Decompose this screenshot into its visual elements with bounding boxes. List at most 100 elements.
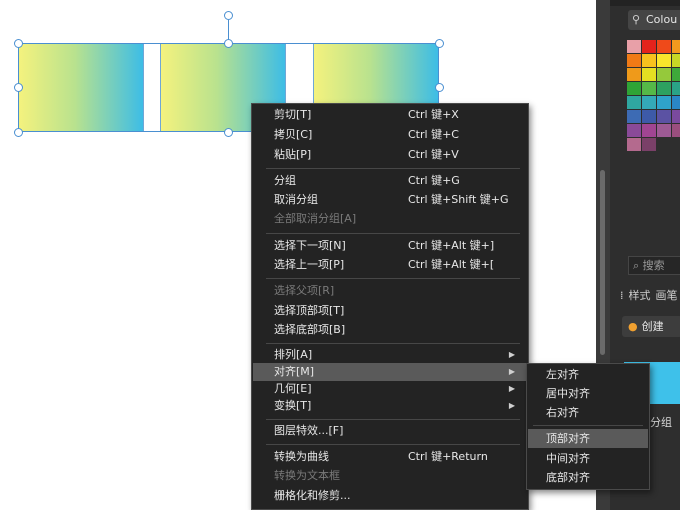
menu-item-geometry[interactable]: 几何[E] ▶: [253, 380, 527, 398]
menu-item-ungroup-all: 全部取消分组[A]: [253, 210, 527, 228]
tab-styles[interactable]: 样式: [629, 289, 651, 302]
menu-item-layer-effects[interactable]: 图层特效...[F]: [253, 422, 527, 440]
menu-item-label: 图层特效...[F]: [274, 424, 344, 437]
submenu-item-align-center[interactable]: 居中对齐: [528, 384, 648, 403]
resize-handle-top-right[interactable]: [435, 39, 444, 48]
colour-swatch[interactable]: [627, 68, 641, 81]
colour-swatch[interactable]: [672, 40, 680, 53]
submenu-arrow-icon: ▶: [508, 401, 515, 410]
submenu-item-align-right[interactable]: 右对齐: [528, 403, 648, 422]
search-placeholder: 搜索: [642, 259, 665, 272]
colour-swatch[interactable]: [642, 40, 656, 53]
menu-item-label: 转换为曲线: [274, 450, 329, 463]
menu-item-rasterise-trim[interactable]: 栅格化和修剪...: [253, 487, 527, 505]
menu-item-label: 选择下一项[N]: [274, 239, 346, 252]
search-input[interactable]: ⌕ 搜索: [628, 256, 680, 275]
colour-swatch[interactable]: [627, 124, 641, 137]
magnifier-icon: ⌕: [633, 259, 640, 272]
menu-item-shortcut: Ctrl 键+Return: [408, 450, 488, 463]
colour-swatch[interactable]: [642, 82, 656, 95]
colour-swatch[interactable]: [672, 68, 680, 81]
colour-swatch[interactable]: [627, 82, 641, 95]
colour-swatch[interactable]: [657, 68, 671, 81]
eyedropper-icon: ⚲: [632, 13, 641, 26]
menu-item-ungroup[interactable]: 取消分组 Ctrl 键+Shift 键+G: [253, 191, 527, 209]
menu-item-select-parent: 选择父项[R]: [253, 282, 527, 300]
menu-item-label: 剪切[T]: [274, 108, 312, 121]
menu-item-shortcut: Ctrl 键+Alt 键+]: [408, 239, 495, 252]
menu-item-transform[interactable]: 变换[T] ▶: [253, 397, 527, 415]
colour-swatch[interactable]: [657, 40, 671, 53]
menu-item-label: 选择上一项[P]: [274, 258, 345, 271]
colour-swatch[interactable]: [657, 82, 671, 95]
menu-item-label: 分组: [274, 174, 296, 187]
tabs-grip-icon: ⁞: [620, 289, 624, 302]
orange-circle-icon: ●: [628, 320, 638, 333]
colour-swatch[interactable]: [657, 110, 671, 123]
menu-item-label: 几何[E]: [274, 382, 312, 395]
menu-item-align[interactable]: 对齐[M] ▶: [253, 363, 527, 381]
layer-label: 分组: [650, 416, 672, 429]
submenu-arrow-icon: ▶: [508, 384, 515, 393]
menu-item-label: 变换[T]: [274, 399, 312, 412]
menu-item-shortcut: Ctrl 键+Alt 键+[: [408, 258, 495, 271]
menu-item-select-next[interactable]: 选择下一项[N] Ctrl 键+Alt 键+]: [253, 237, 527, 255]
menu-item-label: 栅格化和修剪...: [274, 489, 351, 502]
colour-swatch[interactable]: [627, 40, 641, 53]
colour-swatch[interactable]: [642, 68, 656, 81]
menu-separator: [266, 444, 520, 445]
menu-item-cut[interactable]: 剪切[T] Ctrl 键+X: [253, 106, 527, 124]
submenu-item-label: 中间对齐: [546, 452, 590, 465]
colour-swatch[interactable]: [642, 124, 656, 137]
colour-swatch[interactable]: [627, 96, 641, 109]
menu-item-select-previous[interactable]: 选择上一项[P] Ctrl 键+Alt 键+[: [253, 256, 527, 274]
menu-item-copy[interactable]: 拷贝[C] Ctrl 键+C: [253, 126, 527, 144]
menu-item-paste[interactable]: 粘贴[P] Ctrl 键+V: [253, 146, 527, 164]
colour-swatch[interactable]: [642, 96, 656, 109]
tab-brushes[interactable]: 画笔: [656, 289, 678, 302]
colour-swatch[interactable]: [627, 110, 641, 123]
menu-item-arrange[interactable]: 排列[A] ▶: [253, 346, 527, 364]
submenu-item-align-top[interactable]: 顶部对齐: [528, 429, 648, 448]
colour-swatch[interactable]: [627, 138, 641, 151]
colour-swatch[interactable]: [672, 54, 680, 67]
colour-tab[interactable]: ⚲ Colou: [628, 10, 680, 30]
resize-handle-top-left[interactable]: [14, 39, 23, 48]
menu-item-label: 选择顶部项[T]: [274, 304, 345, 317]
colour-swatch[interactable]: [627, 54, 641, 67]
menu-separator: [266, 233, 520, 234]
colour-swatch[interactable]: [642, 110, 656, 123]
submenu-item-align-bottom[interactable]: 底部对齐: [528, 468, 648, 487]
menu-item-convert-to-curves[interactable]: 转换为曲线 Ctrl 键+Return: [253, 448, 527, 466]
colour-swatch[interactable]: [642, 138, 656, 151]
colour-swatch[interactable]: [642, 54, 656, 67]
rotation-handle[interactable]: [224, 11, 233, 20]
colour-swatch[interactable]: [657, 96, 671, 109]
create-button-label: 创建: [641, 320, 664, 333]
menu-item-group[interactable]: 分组 Ctrl 键+G: [253, 172, 527, 190]
colour-swatch[interactable]: [672, 82, 680, 95]
menu-item-label: 转换为文本框: [274, 469, 340, 482]
colour-swatch[interactable]: [672, 96, 680, 109]
submenu-item-align-left[interactable]: 左对齐: [528, 365, 648, 384]
resize-handle-bottom[interactable]: [224, 128, 233, 137]
colour-swatch-grid: [627, 40, 680, 151]
submenu-arrow-icon: ▶: [508, 367, 515, 376]
menu-item-select-bottom[interactable]: 选择底部项[B]: [253, 321, 527, 339]
resize-handle-right[interactable]: [435, 83, 444, 92]
menu-item-select-top[interactable]: 选择顶部项[T]: [253, 302, 527, 320]
colour-swatch[interactable]: [657, 54, 671, 67]
resize-handle-top[interactable]: [224, 39, 233, 48]
menu-item-shortcut: Ctrl 键+G: [408, 174, 460, 187]
colour-swatch[interactable]: [657, 124, 671, 137]
resize-handle-bottom-left[interactable]: [14, 128, 23, 137]
colour-swatch[interactable]: [672, 110, 680, 123]
resize-handle-left[interactable]: [14, 83, 23, 92]
submenu-item-label: 底部对齐: [546, 471, 590, 484]
menu-separator: [266, 343, 520, 344]
colour-swatch[interactable]: [672, 124, 680, 137]
submenu-item-align-middle[interactable]: 中间对齐: [528, 449, 648, 468]
panel-top-strip: [610, 0, 680, 6]
create-button[interactable]: ● 创建: [622, 316, 680, 337]
panel-scrollbar-thumb[interactable]: [600, 170, 605, 355]
